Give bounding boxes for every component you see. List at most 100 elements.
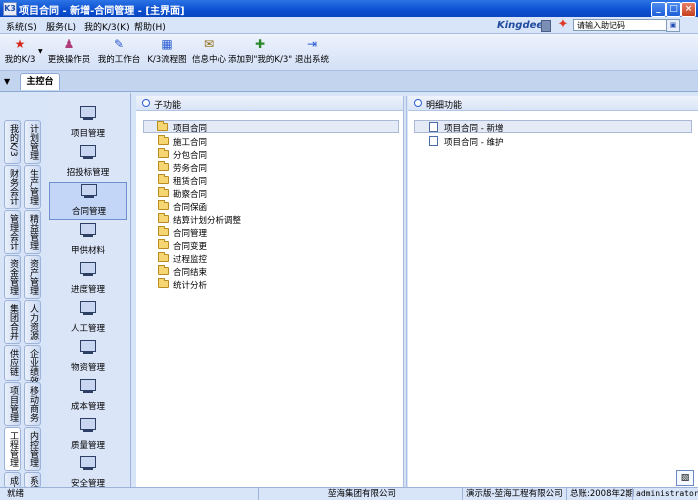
folder-icon: [158, 252, 169, 262]
sub-function-item[interactable]: 统计分析: [158, 278, 358, 291]
side-tab-system[interactable]: 系统: [24, 472, 41, 488]
sub-function-item[interactable]: 合同变更: [158, 239, 358, 252]
side-tab-project[interactable]: 项目管理: [4, 382, 21, 426]
sub-function-item[interactable]: 租赁合同: [158, 174, 358, 187]
workbench-icon: ✎: [113, 37, 125, 51]
module-safety[interactable]: 安全管理: [49, 455, 127, 489]
mnemonic-input[interactable]: 请输入助记码: [573, 19, 679, 31]
menu-help[interactable]: 帮助(H): [134, 20, 166, 33]
module-bidding[interactable]: 招投标管理: [49, 144, 127, 182]
computer-icon: [79, 183, 99, 199]
folder-icon: [158, 278, 169, 288]
minimize-button[interactable]: _: [651, 2, 666, 17]
maximize-icon: □: [669, 4, 678, 14]
side-tab-lean[interactable]: 精益管理: [24, 210, 41, 254]
toolbar-exit[interactable]: ⇥ 退出系统: [294, 37, 330, 65]
status-company: 堃海集团有限公司: [258, 488, 462, 500]
flowchart-icon: ▦: [161, 37, 173, 51]
module-schedule[interactable]: 进度管理: [49, 261, 127, 299]
folder-icon: [158, 239, 169, 249]
sub-function-pane: 子功能 项目合同 施工合同 分包合同 劳务合同 租赁合同 勘察合同 合同保函 结…: [136, 96, 403, 487]
star-icon: ★: [14, 37, 26, 51]
folder-icon: [158, 265, 169, 275]
menu-system[interactable]: 系统(S): [6, 20, 37, 33]
chevron-down-icon[interactable]: ▼: [38, 48, 43, 55]
kingdee-logo: Kingdee: [497, 20, 544, 31]
close-icon: ×: [684, 4, 693, 14]
tab-dropdown-icon[interactable]: ▼: [4, 77, 10, 86]
menu-my-k3[interactable]: 我的K/3(K): [84, 20, 130, 33]
add-favorite-icon: ✚: [254, 37, 266, 51]
module-panel: 项目管理 招投标管理 合同管理 甲供材料 进度管理 人工管理 物资管理 成本管理…: [47, 93, 131, 489]
module-materials[interactable]: 物资管理: [49, 339, 127, 377]
module-contract[interactable]: 合同管理: [49, 182, 127, 220]
side-tab-hr[interactable]: 人力资源: [24, 300, 41, 344]
status-bar: 就绪 堃海集团有限公司 演示版-堃海工程有限公司 总账:2008年2期 admi…: [0, 487, 698, 500]
side-tab-planning[interactable]: 计划管理: [24, 120, 41, 164]
toolbar-add-to-favorites[interactable]: ✚ 添加到"我的K/3": [228, 37, 292, 65]
side-tab-my-k3[interactable]: 我的K/3: [4, 120, 21, 164]
status-ready: 就绪: [7, 489, 25, 499]
toolbar-message-center[interactable]: ✉ 信息中心: [191, 37, 227, 65]
side-tab-performance[interactable]: 企业绩效: [24, 345, 41, 385]
circle-bullet-icon: [142, 99, 150, 107]
module-project[interactable]: 项目管理: [49, 105, 127, 143]
module-quality[interactable]: 质量管理: [49, 417, 127, 455]
app-icon: K3: [3, 2, 17, 16]
sub-function-item[interactable]: 合同结束: [158, 265, 358, 278]
sub-function-item[interactable]: 合同保函: [158, 200, 358, 213]
users-icon: ♟: [63, 37, 75, 51]
close-button[interactable]: ×: [681, 2, 696, 17]
side-tab-funds[interactable]: 资金管理: [4, 255, 21, 299]
computer-icon: [78, 300, 98, 316]
detail-function-header: 明细功能: [408, 96, 698, 111]
menu-service[interactable]: 服务(L): [46, 20, 76, 33]
toolbar-change-operator[interactable]: ♟ 更换操作员: [46, 37, 92, 65]
side-tab-consolidation[interactable]: 集团合并: [4, 300, 21, 344]
side-tab-internal-control[interactable]: 内控管理: [24, 427, 41, 471]
sub-function-item[interactable]: 分包合同: [158, 148, 358, 161]
detail-function-item[interactable]: 项目合同 - 维护: [429, 135, 629, 148]
side-tab-finance[interactable]: 财务会计: [4, 165, 21, 209]
menu-bar: 系统(S) 服务(L) 我的K/3(K) 帮助(H) Kingdee ✦ 请输入…: [0, 17, 698, 34]
main-window: K3 项目合同 - 新增-合同管理 - [主界面] _ □ × 系统(S) 服务…: [0, 0, 698, 500]
side-tab-assets[interactable]: 资产管理: [24, 255, 41, 299]
toolbar-my-k3[interactable]: ★ 我的K/3: [4, 37, 36, 65]
side-tab-engineering[interactable]: 工程管理: [4, 427, 21, 471]
maximize-button[interactable]: □: [666, 2, 681, 17]
window-title: 项目合同 - 新增-合同管理 - [主界面]: [19, 6, 185, 17]
sub-function-item[interactable]: 项目合同: [143, 120, 399, 134]
folder-icon: [158, 161, 169, 171]
pane-splitter[interactable]: [403, 96, 407, 487]
side-tab-supply-chain[interactable]: 供应链: [4, 345, 21, 381]
side-tab-production[interactable]: 生产管理: [24, 165, 41, 209]
sub-function-item[interactable]: 施工合同: [158, 135, 358, 148]
sub-function-item[interactable]: 劳务合同: [158, 161, 358, 174]
toolbar-workbench[interactable]: ✎ 我的工作台: [96, 37, 142, 65]
sub-function-item[interactable]: 合同管理: [158, 226, 358, 239]
status-period: 总账:2008年2期: [566, 488, 634, 500]
toolbar: ★ 我的K/3 ▼ ♟ 更换操作员 ✎ 我的工作台 ▦ K/3流程图 ✉ 信息中…: [0, 34, 698, 71]
status-user: administrator: [632, 488, 698, 500]
sub-function-item[interactable]: 勘察合同: [158, 187, 358, 200]
star-logo-icon: ✦: [557, 17, 569, 32]
tab-console[interactable]: 主控台: [20, 73, 60, 90]
module-owner-materials[interactable]: 甲供材料: [49, 222, 127, 260]
computer-icon: [78, 144, 98, 160]
side-tab-cost[interactable]: 成本: [4, 472, 21, 488]
side-tab-mobile[interactable]: 移动商务: [24, 382, 41, 426]
mnemonic-go-button[interactable]: ▣: [666, 19, 680, 32]
image-icon[interactable]: ▧: [676, 470, 694, 486]
side-tab-management-accounting[interactable]: 管理会计: [4, 210, 21, 254]
sub-function-item[interactable]: 结算计划分析调整: [158, 213, 358, 226]
module-cost[interactable]: 成本管理: [49, 378, 127, 416]
module-labor[interactable]: 人工管理: [49, 300, 127, 338]
sub-function-item[interactable]: 过程监控: [158, 252, 358, 265]
computer-icon: [78, 105, 98, 121]
detail-function-item[interactable]: 项目合同 - 新增: [414, 120, 692, 134]
document-icon: [429, 136, 438, 146]
folder-icon: [158, 200, 169, 210]
folder-icon: [158, 226, 169, 236]
folder-icon: [158, 213, 169, 223]
toolbar-flowchart[interactable]: ▦ K/3流程图: [145, 37, 189, 65]
